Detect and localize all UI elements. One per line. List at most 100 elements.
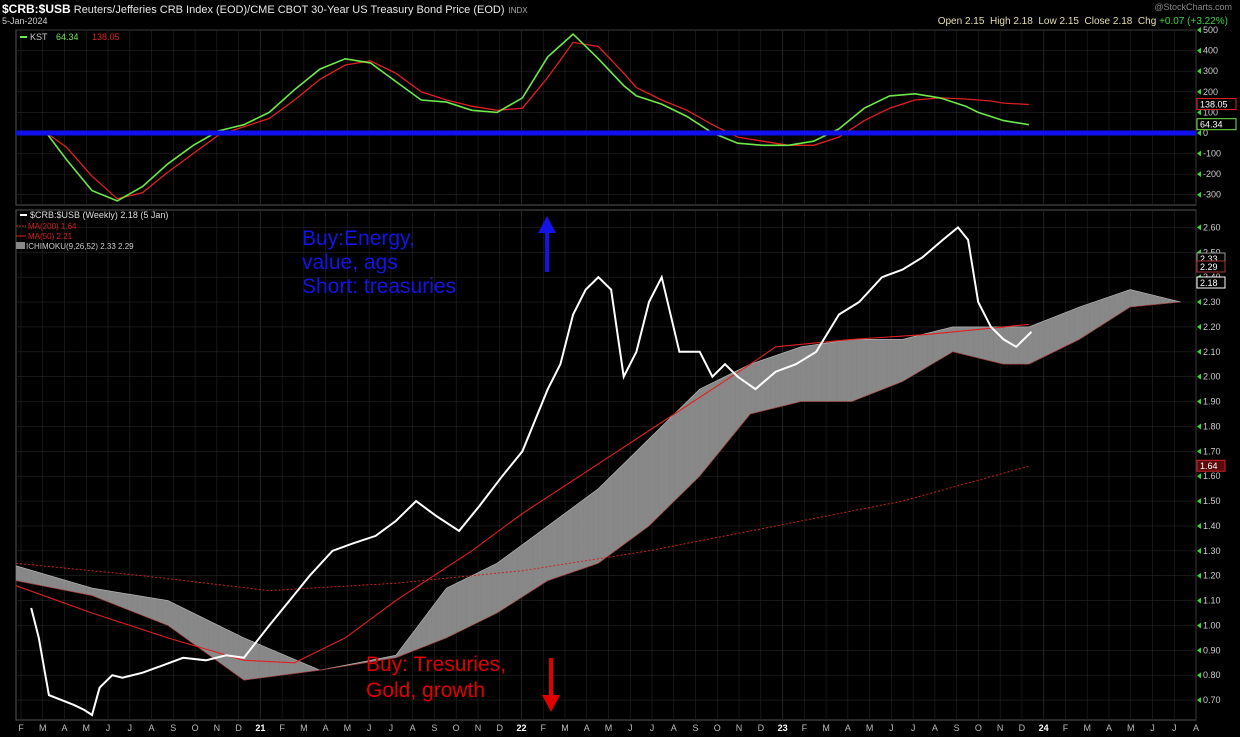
ichimoku-cloud-segment: [785, 350, 792, 406]
ichimoku-cloud-segment: [71, 581, 77, 593]
ichimoku-cloud-segment: [1054, 314, 1060, 353]
kst-legend-value: 64.34: [56, 32, 79, 42]
x-tick-label: D: [1019, 723, 1026, 733]
ichimoku-cloud-segment: [481, 567, 488, 621]
price-tick-marker: [1197, 597, 1201, 604]
price-last-value-text: 2.29: [1200, 262, 1218, 272]
ichimoku-cloud-segment: [1089, 301, 1095, 334]
annotation-up-arrow-head: [538, 216, 556, 233]
ichimoku-cloud-segment: [1003, 326, 1009, 365]
x-tick-label: N: [736, 723, 743, 733]
ichimoku-cloud-segment: [25, 568, 32, 584]
kst-last-value-text: 64.34: [1200, 120, 1223, 130]
annotation-buy-energy-line: value, ags: [302, 251, 398, 274]
ichimoku-cloud-segment: [1119, 291, 1126, 314]
ichimoku-cloud-segment: [507, 551, 513, 607]
ichimoku-cloud-segment: [117, 592, 123, 608]
price-tick-marker: [1197, 672, 1201, 679]
x-tick-label: A: [932, 723, 938, 733]
x-tick-label: O: [192, 723, 199, 733]
kst-tick-marker: [1197, 129, 1201, 136]
x-tick-label: S: [954, 723, 960, 733]
price-y-tick-label: 2.60: [1203, 222, 1221, 232]
ichimoku-cloud-segment: [51, 575, 57, 589]
ichimoku-cloud-segment: [972, 326, 979, 359]
ichimoku-cloud-segment: [775, 353, 781, 409]
price-tick-marker: [1197, 348, 1201, 355]
ma200-legend-label: MA(200) 1.64: [28, 222, 77, 231]
x-tick-label: F: [18, 723, 24, 733]
kst-y-tick-label: 400: [1203, 46, 1218, 56]
ichimoku-cloud-segment: [243, 637, 250, 681]
ichimoku-cloud-segment: [653, 428, 660, 522]
ichimoku-cloud-segment: [213, 622, 219, 663]
x-tick-label: D: [758, 723, 765, 733]
price-y-tick-label: 2.30: [1203, 297, 1221, 307]
price-y-tick-label: 1.00: [1203, 620, 1221, 630]
ichimoku-cloud-segment: [638, 443, 645, 534]
price-y-tick-label: 2.20: [1203, 322, 1221, 332]
x-tick-label: M: [561, 723, 569, 733]
ichimoku-cloud-segment: [729, 371, 736, 440]
ichimoku-cloud-segment: [851, 339, 857, 402]
ichimoku-cloud-segment: [790, 348, 797, 405]
ichimoku-cloud-segment: [593, 488, 599, 566]
ichimoku-cloud-segment: [537, 529, 543, 588]
ichimoku-cloud-segment: [542, 525, 548, 585]
ichimoku-cloud-segment: [821, 342, 827, 402]
x-tick-label: M: [1083, 723, 1091, 733]
ichimoku-cloud-segment: [1129, 289, 1136, 308]
price-y-tick-label: 0.80: [1203, 670, 1221, 680]
ichimoku-cloud-segment: [745, 363, 751, 421]
ichimoku-cloud-segment: [1043, 318, 1050, 358]
x-tick-label: M: [605, 723, 613, 733]
annotation-down-arrow-head: [542, 695, 560, 712]
x-tick-label: J: [650, 723, 655, 733]
ichimoku-cloud-segment: [228, 630, 234, 674]
ichimoku-cloud-segment: [562, 510, 569, 576]
x-tick-label: J: [628, 723, 633, 733]
ichimoku-cloud-segment: [491, 562, 498, 616]
ichimoku-cloud-segment: [704, 383, 711, 471]
ichimoku-cloud-segment: [142, 596, 148, 618]
x-tick-label: D: [235, 723, 242, 733]
x-tick-label: M: [866, 723, 874, 733]
x-tick-label: S: [170, 723, 176, 733]
ichimoku-cloud-segment: [66, 580, 72, 592]
price-tick-marker: [1197, 697, 1201, 704]
ichimoku-cloud-segment: [233, 632, 240, 677]
ichimoku-cloud-segment: [567, 506, 574, 574]
kst-line: [45, 33, 1030, 202]
kst-tick-marker: [1197, 88, 1201, 95]
price-y-tick-label: 2.00: [1203, 372, 1221, 382]
x-tick-label: S: [431, 723, 437, 733]
ichimoku-cloud-segment: [841, 339, 847, 402]
ichimoku-cloud-segment: [679, 403, 685, 497]
price-y-tick-label: 1.20: [1203, 571, 1221, 581]
price-tick-marker: [1197, 498, 1201, 505]
ichimoku-cloud-segment: [998, 326, 1004, 365]
ichimoku-cloud-segment: [1023, 326, 1030, 365]
ichimoku-cloud-segment: [577, 499, 584, 571]
ichimoku-cloud-segment: [20, 566, 27, 583]
ichimoku-cloud-segment: [967, 326, 974, 358]
ichimoku-cloud-segment: [846, 339, 852, 402]
x-tick-label: M: [39, 723, 47, 733]
x-tick-label: J: [1172, 723, 1177, 733]
x-tick-label: M: [1127, 723, 1135, 733]
ichimoku-cloud-segment: [1104, 296, 1111, 324]
price-tick-marker: [1197, 647, 1201, 654]
ichimoku-cloud-segment: [476, 570, 483, 624]
x-tick-label: 24: [1039, 723, 1049, 733]
ichimoku-legend-label: ICHIMOKU(9,26,52) 2.33 2.29: [26, 242, 134, 251]
kst-tick-marker: [1197, 27, 1201, 33]
ichimoku-cloud-segment: [15, 565, 22, 582]
ichimoku-cloud-segment: [137, 595, 143, 616]
ichimoku-cloud-segment: [279, 652, 285, 676]
price-y-tick-label: 0.70: [1203, 695, 1221, 705]
ichimoku-cloud-segment: [289, 657, 295, 675]
kst-y-tick-label: -100: [1203, 149, 1221, 159]
ichimoku-cloud-segment: [628, 453, 635, 542]
ichimoku-cloud-segment: [608, 473, 614, 557]
ichimoku-cloud-segment: [147, 597, 153, 620]
